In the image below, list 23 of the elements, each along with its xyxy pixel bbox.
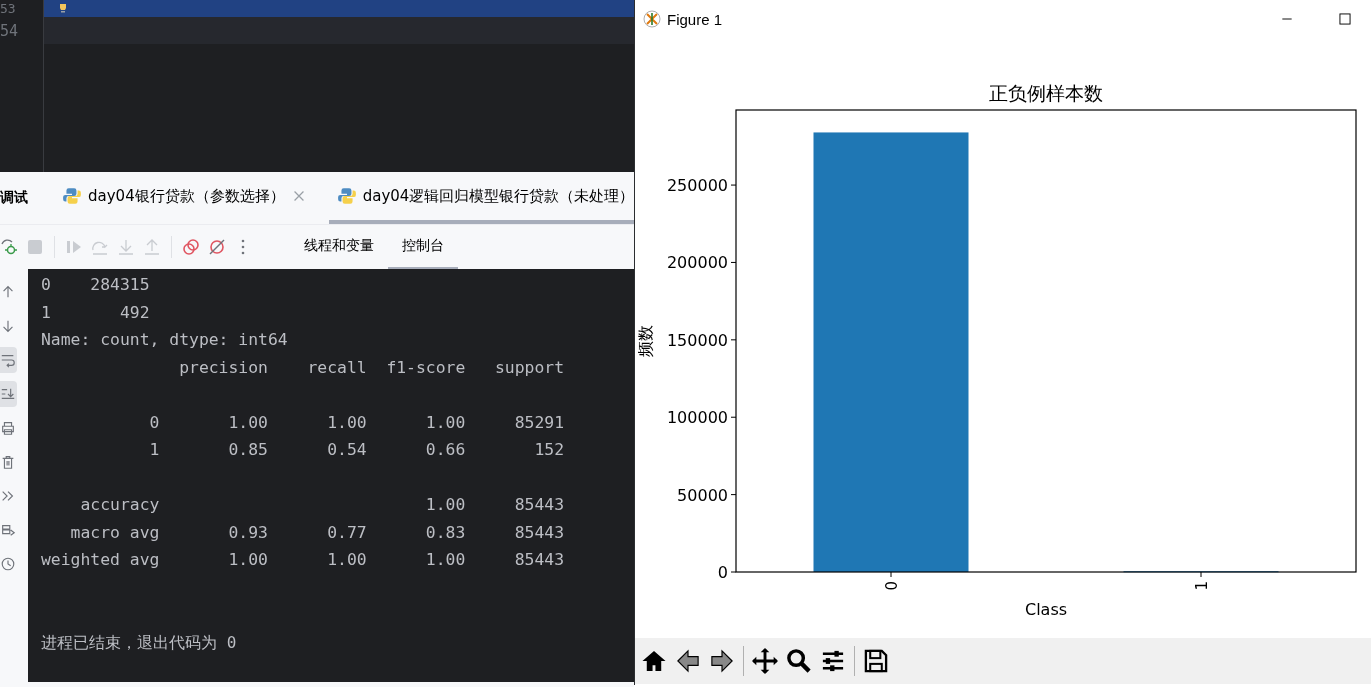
console-line: 0 284315 [41,274,151,296]
console-line: weighted avg 1.00 1.00 1.00 85443 [41,549,565,571]
exit-message: 进程已结束，退出代码为 0 [41,631,238,654]
x-tick-label: 1 [1193,581,1211,591]
y-tick-label: 150000 [666,330,728,350]
y-tick-label: 250000 [666,176,728,196]
console-line: 0 1.00 1.00 1.00 85291 [148,411,565,434]
y-tick-label: 50000 [677,485,728,505]
y-tick-label: 100000 [666,408,728,428]
console-line: 1 492 [41,301,151,324]
y-tick-label: 0 [717,563,728,582]
y-axis-label: 频数 [636,325,655,357]
window-title: Figure 1 [667,10,723,28]
y-tick-label: 200000 [666,253,728,273]
panel-title: 调试 [0,189,29,207]
console-line: precision recall f1-score support [178,356,565,379]
x-axis-label: Class [1024,600,1068,619]
console-line: macro avg 0.93 0.77 0.83 85443 [69,521,565,544]
console-line: 1 0.85 0.54 0.66 152 [148,439,565,461]
console-line: accuracy 1.00 85443 [79,494,565,516]
chart-title: 正负例样本数 [989,82,1103,104]
x-tick-label: 0 [883,581,901,591]
console-line: Name: count, dtype: int64 [41,329,289,351]
